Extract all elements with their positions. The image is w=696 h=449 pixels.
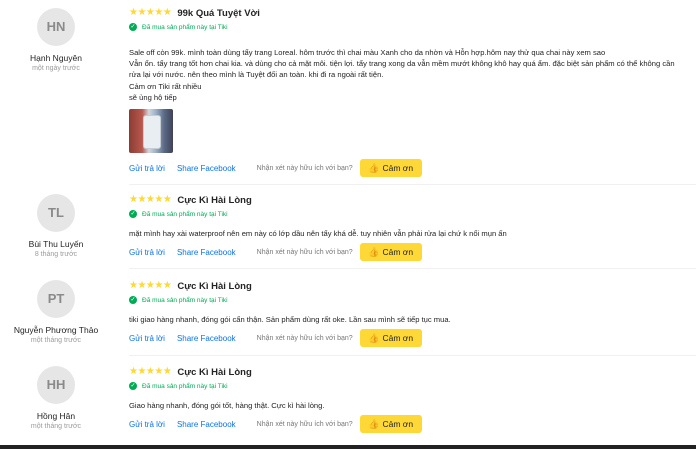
reply-link[interactable]: Gửi trả lời [129, 334, 165, 343]
avatar: HH [37, 366, 75, 404]
share-facebook-link[interactable]: Share Facebook [177, 164, 236, 173]
share-facebook-link[interactable]: Share Facebook [177, 420, 236, 429]
review-content: Giao hàng nhanh, đóng gói tốt, hàng thật… [129, 401, 325, 410]
verified-check-icon: ✓ [129, 382, 137, 390]
avatar: PT [37, 280, 75, 318]
thumb-up-icon: 👍 [368, 246, 380, 257]
verified-purchase-label: Đã mua sản phẩm này tại Tiki [142, 210, 228, 218]
product-bottle-image [143, 115, 161, 150]
verified-purchase-label: Đã mua sản phẩm này tại Tiki [142, 296, 228, 304]
divider [129, 184, 696, 185]
helpful-question: Nhận xét này hữu ích với bạn? [256, 420, 353, 428]
reply-link[interactable]: Gửi trả lời [129, 164, 165, 173]
review-content: mặt mình hay xài waterproof nên em này c… [129, 229, 507, 238]
helpful-question: Nhận xét này hữu ích với bạn? [256, 334, 353, 342]
share-facebook-link[interactable]: Share Facebook [177, 334, 236, 343]
review-title: Cực Kì Hài Lòng [177, 280, 252, 292]
review-time: một tháng trước [30, 337, 82, 344]
share-facebook-link[interactable]: Share Facebook [177, 248, 236, 257]
rating-stars: ★★★★★ [129, 366, 172, 377]
thanks-button[interactable]: 👍 Cảm ơn [359, 243, 422, 262]
rating-stars: ★★★★★ [129, 194, 172, 205]
thumb-up-icon: 👍 [368, 162, 380, 173]
review-title: 99k Quá Tuyệt Vời [177, 7, 260, 19]
reply-link[interactable]: Gửi trả lời [129, 248, 165, 257]
review-time: một tháng trước [30, 423, 82, 430]
review-photo[interactable] [129, 109, 173, 154]
helpful-question: Nhận xét này hữu ích với bạn? [256, 164, 353, 172]
verified-check-icon: ✓ [129, 210, 137, 218]
thanks-button[interactable]: 👍 Cảm ơn [359, 329, 422, 348]
thumb-up-icon: 👍 [368, 332, 380, 343]
reply-link[interactable]: Gửi trả lời [129, 420, 165, 429]
avatar: HN [37, 8, 75, 46]
verified-check-icon: ✓ [129, 296, 137, 304]
divider [129, 355, 696, 356]
verified-purchase-label: Đã mua sản phẩm này tại Tiki [142, 23, 228, 31]
review-time: 8 tháng trước [34, 251, 78, 258]
reviewer-name: Hồng Hân [36, 411, 76, 421]
review-content: tiki giao hàng nhanh, đóng gói cẩn thận.… [129, 315, 451, 324]
avatar: TL [37, 194, 75, 232]
thumb-up-icon: 👍 [368, 418, 380, 429]
thanks-button[interactable]: 👍 Cảm ơn [359, 415, 422, 434]
review-title: Cực Kì Hài Lòng [177, 194, 252, 206]
bottom-border [0, 445, 696, 449]
divider [129, 268, 696, 269]
review-time: một ngày trước [32, 65, 80, 72]
verified-check-icon: ✓ [129, 23, 137, 31]
reviewer-name: Nguyễn Phương Thảo [13, 325, 99, 335]
reviewer-name: Bùi Thu Luyến [28, 239, 84, 249]
thanks-button[interactable]: 👍 Cảm ơn [359, 159, 422, 178]
helpful-question: Nhận xét này hữu ích với bạn? [256, 248, 353, 256]
rating-stars: ★★★★★ [129, 7, 172, 18]
rating-stars: ★★★★★ [129, 280, 172, 291]
reviewer-name: Hạnh Nguyên [30, 53, 82, 63]
review-title: Cực Kì Hài Lòng [177, 366, 252, 378]
verified-purchase-label: Đã mua sản phẩm này tại Tiki [142, 382, 228, 390]
review-content: Sale off còn 99k. mình toàn dùng tẩy tra… [129, 48, 675, 102]
